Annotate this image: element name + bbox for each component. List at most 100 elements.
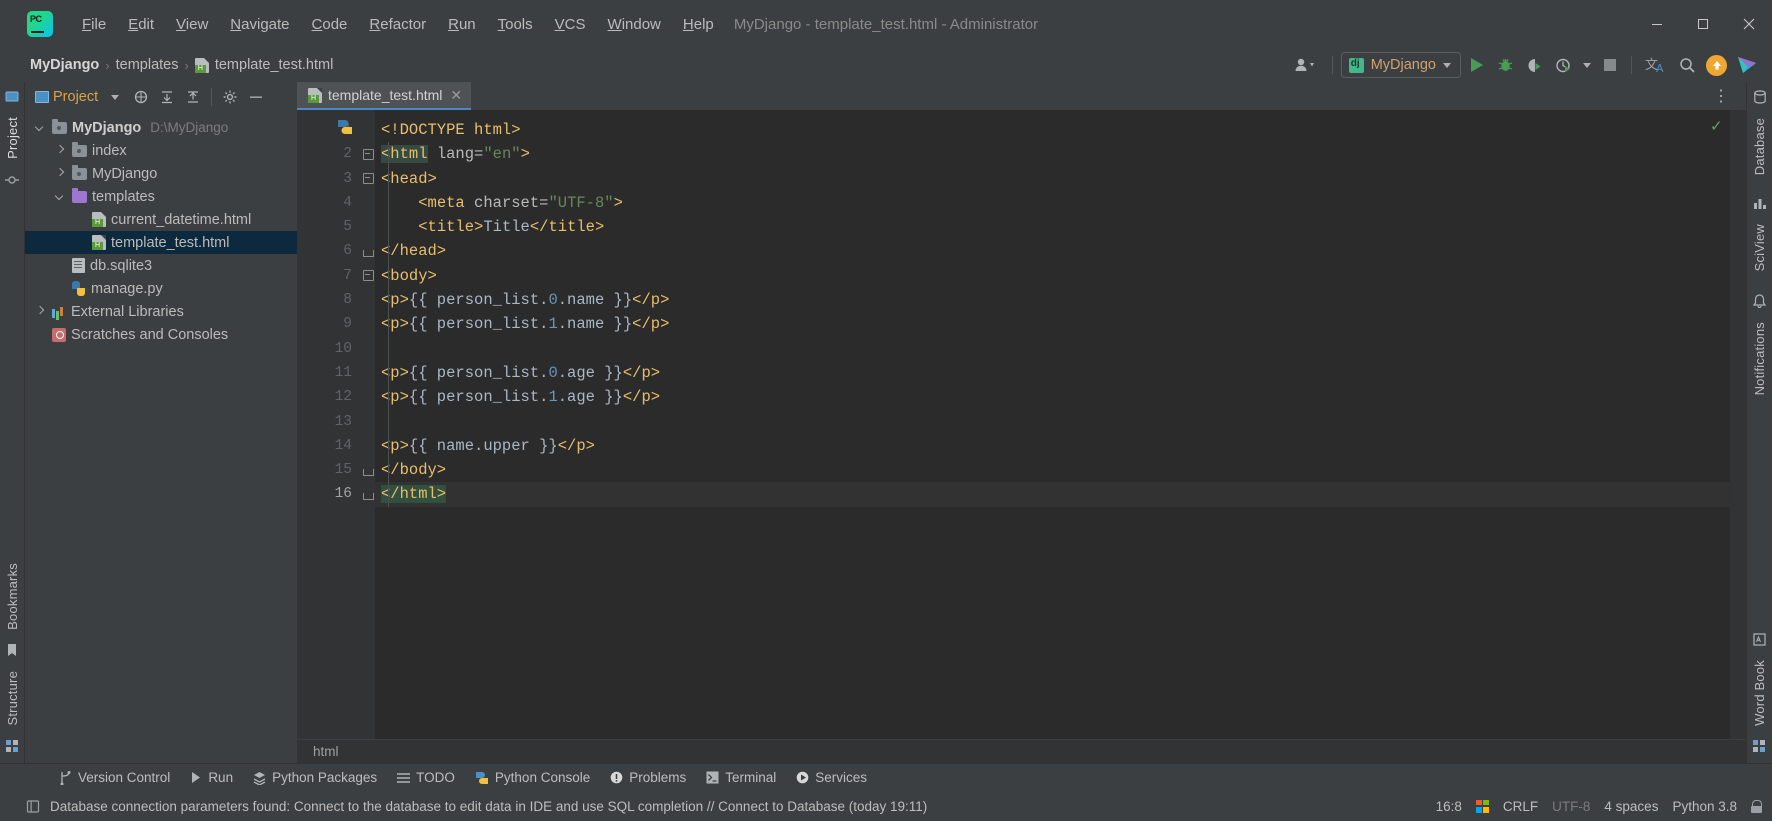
tree-item-manage-py[interactable]: manage.py [25,277,297,300]
sidebar-item-structure[interactable]: Structure [5,663,20,734]
menu-file[interactable]: File [71,12,117,37]
close-button[interactable] [1726,0,1772,48]
menu-help[interactable]: Help [672,12,725,37]
sidebar-item-project[interactable]: Project [5,109,20,167]
sidebar-item-database[interactable]: Database [1752,110,1767,183]
database-icon[interactable] [1753,90,1767,104]
user-account-icon[interactable] [1288,52,1324,78]
code-line[interactable]: <title>Title</title> [375,215,1730,239]
code-line[interactable]: <!DOCTYPE html> [375,118,1730,142]
sidebar-item-sciview[interactable]: SciView [1752,216,1767,279]
grid-icon[interactable] [1753,740,1766,753]
tree-item-external-libraries[interactable]: External Libraries [25,300,297,323]
tool-version-control[interactable]: Version Control [50,767,179,788]
tool-problems[interactable]: Problems [601,767,695,788]
tree-item-mydjango[interactable]: MyDjango D:\MyDjango [25,116,297,139]
maximize-button[interactable] [1680,0,1726,48]
close-tab-icon[interactable]: ✕ [450,87,462,104]
code-line[interactable]: </head> [375,239,1730,263]
breadcrumb-file[interactable]: template_test.html [190,55,338,75]
code-line[interactable]: <html lang="en"> [375,142,1730,166]
python-interpreter[interactable]: Python 3.8 [1672,799,1737,814]
tree-item-db-sqlite3[interactable]: db.sqlite3 [25,254,297,277]
translate-icon[interactable]: 文 A [1640,52,1672,78]
code-line[interactable]: <meta charset="UTF-8"> [375,191,1730,215]
ide-feature-icon[interactable] [1732,52,1762,78]
bookmarks-icon[interactable] [6,643,18,657]
chevron-down-icon[interactable] [35,122,47,134]
tool-services[interactable]: Services [787,767,876,788]
file-encoding[interactable]: UTF-8 [1552,799,1590,814]
fold-marker[interactable] [359,142,375,166]
editor-breadcrumb-html[interactable]: html [313,744,339,759]
notifications-bell-icon[interactable] [1753,294,1766,308]
code-folding-gutter[interactable] [359,110,375,739]
indent-setting[interactable]: 4 spaces [1604,799,1658,814]
menu-refactor[interactable]: Refactor [358,12,437,37]
breadcrumb-project[interactable]: MyDjango [25,55,104,75]
menu-run[interactable]: Run [437,12,487,37]
fold-marker[interactable] [359,167,375,191]
code-line[interactable]: <p>{{ person_list.1.age }}</p> [375,385,1730,409]
tool-todo[interactable]: TODO [388,767,464,788]
tree-item-current-datetime-html[interactable]: current_datetime.html [25,208,297,231]
editor-tab-template-test[interactable]: template_test.html ✕ [297,82,472,110]
status-message[interactable]: Database connection parameters found: Co… [50,799,927,814]
code-content[interactable]: <!DOCTYPE html> <html lang="en"> <head> <m… [375,110,1730,739]
fold-marker[interactable] [359,264,375,288]
update-icon[interactable] [1703,52,1730,78]
menu-window[interactable]: Window [597,12,672,37]
expand-all-icon[interactable] [182,86,204,108]
code-line[interactable]: </html> [375,482,1730,507]
word-book-icon[interactable] [1753,633,1766,646]
code-line[interactable]: </body> [375,458,1730,482]
tree-item-template-test-html[interactable]: template_test.html [25,231,297,254]
chevron-down-icon[interactable] [55,191,67,203]
structure-icon[interactable] [5,740,19,753]
fold-marker[interactable] [359,239,375,263]
django-template-gutter-icon[interactable] [337,119,353,135]
sidebar-item-bookmarks[interactable]: Bookmarks [5,555,20,638]
code-line[interactable]: <p>{{ person_list.1.name }}</p> [375,312,1730,336]
tool-python-console[interactable]: Python Console [466,767,599,788]
code-line[interactable]: <p>{{ person_list.0.age }}</p> [375,361,1730,385]
tree-item-index[interactable]: index [25,139,297,162]
search-everywhere-icon[interactable] [1674,52,1701,78]
chevron-down-icon[interactable] [104,86,126,108]
line-separator[interactable]: CRLF [1503,799,1538,814]
fold-marker[interactable] [359,482,375,506]
minimize-button[interactable] [1634,0,1680,48]
lock-icon[interactable] [1751,799,1762,813]
chevron-right-icon[interactable] [35,306,47,318]
code-line[interactable] [375,337,1730,361]
project-strip-icon[interactable] [5,90,19,103]
profile-dropdown-icon[interactable] [1579,52,1594,78]
tree-item-mydjango[interactable]: MyDjango [25,162,297,185]
menu-vcs[interactable]: VCS [544,12,597,37]
menu-tools[interactable]: Tools [487,12,544,37]
collapse-all-icon[interactable] [156,86,178,108]
editor-scrollbar-markers[interactable]: ✓ [1710,110,1746,739]
sciview-icon[interactable] [1753,197,1767,210]
menu-navigate[interactable]: Navigate [219,12,300,37]
run-icon[interactable] [1463,52,1490,78]
tree-item-scratches-and-consoles[interactable]: Scratches and Consoles [25,323,297,346]
code-line[interactable]: <p>{{ name.upper }}</p> [375,434,1730,458]
fold-marker[interactable] [359,458,375,482]
breadcrumb-folder[interactable]: templates [111,55,184,75]
profile-icon[interactable] [1550,52,1577,78]
inspection-status-icon[interactable]: ✓ [1710,117,1723,135]
tool-run[interactable]: Run [181,767,242,788]
hide-panel-icon[interactable] [245,86,267,108]
run-coverage-icon[interactable] [1521,52,1548,78]
code-line[interactable] [375,410,1730,434]
code-line[interactable]: <head> [375,167,1730,191]
tool-python-packages[interactable]: Python Packages [244,767,386,788]
settings-gear-icon[interactable] [219,86,241,108]
run-configuration-selector[interactable]: MyDjango [1340,52,1461,78]
tree-item-templates[interactable]: templates [25,185,297,208]
menu-code[interactable]: Code [301,12,359,37]
menu-edit[interactable]: Edit [117,12,165,37]
code-line[interactable]: <p>{{ person_list.0.name }}</p> [375,288,1730,312]
editor-options-icon[interactable]: ⋮ [1707,86,1736,106]
